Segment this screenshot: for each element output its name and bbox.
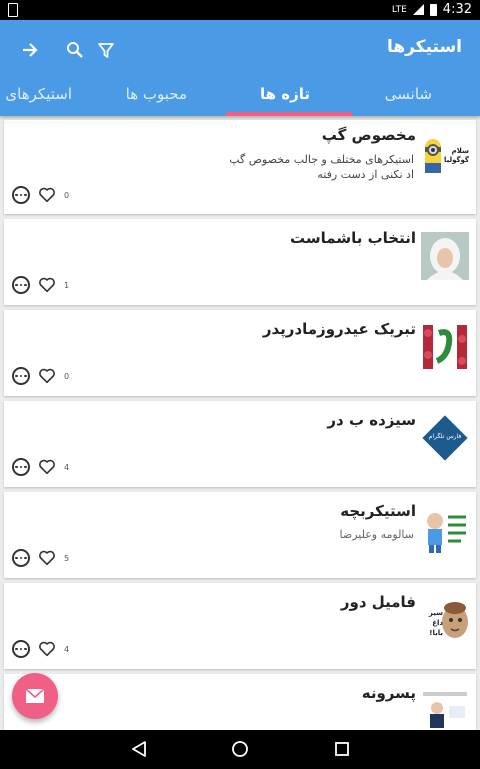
back-nav-icon[interactable]: [128, 738, 150, 760]
sticker-thumbnail: [421, 505, 469, 553]
item-title: تبریک عیدروزمادرپدر: [262, 320, 416, 338]
compose-fab[interactable]: [12, 673, 58, 719]
arrow-right-icon[interactable]: [18, 38, 42, 62]
app-bar: استیکرها: [0, 20, 480, 80]
heart-icon[interactable]: [38, 458, 56, 476]
heart-icon[interactable]: [38, 549, 56, 567]
item-title: انتخاب باشماست: [290, 229, 416, 247]
list-item[interactable]: تبریک عیدروزمادرپدر 0: [4, 310, 476, 396]
recents-nav-icon[interactable]: [331, 738, 353, 760]
signal-icon: [412, 4, 424, 15]
tab-indicator: [226, 112, 352, 116]
system-nav-bar: [0, 730, 480, 769]
filter-icon[interactable]: [94, 38, 118, 62]
tab-new[interactable]: تازه ها: [260, 85, 310, 103]
heart-icon[interactable]: [38, 367, 56, 385]
tab-bar: شانسی تازه ها محبوب ها استیکرهای من: [0, 80, 480, 116]
status-bar: LTE 4:32: [0, 0, 480, 20]
sd-card-icon: [8, 3, 18, 17]
home-nav-icon[interactable]: [229, 738, 251, 760]
sticker-thumbnail: سلام گوگولیا: [421, 133, 469, 181]
sticker-thumbnail: [421, 323, 469, 371]
list-item[interactable]: سلام گوگولیا مخصوص گپ استیکرهای مختلف و …: [4, 120, 476, 214]
tab-random[interactable]: شانسی: [385, 85, 432, 103]
list-item[interactable]: فارس تلگرام سیزده ب در 4: [4, 401, 476, 487]
more-options-icon[interactable]: [12, 549, 30, 567]
list-item[interactable]: پسرونه: [4, 674, 476, 730]
list-item[interactable]: استیکربچه سالومه وعلیرضا 5: [4, 492, 476, 578]
like-count: 0: [64, 190, 70, 200]
sticker-thumbnail: [421, 232, 469, 280]
like-count: 0: [64, 371, 70, 381]
more-options-icon[interactable]: [12, 367, 30, 385]
thumbnail-caption: فارس تلگرام: [428, 433, 462, 440]
item-description: سالومه وعلیرضا: [339, 528, 415, 541]
thumbnail-caption: سلام گوگولیا: [443, 147, 469, 164]
item-title: فامیل دور: [340, 593, 416, 611]
more-options-icon[interactable]: [12, 640, 30, 658]
clock: 4:32: [442, 2, 472, 17]
mail-icon: [25, 688, 45, 703]
like-count: 4: [64, 462, 70, 472]
item-description: استیکرهای مختلف و جالب مخصوص گپ: [229, 153, 414, 166]
like-count: 4: [64, 644, 70, 654]
sticker-thumbnail: [421, 688, 469, 736]
heart-icon[interactable]: [38, 186, 56, 204]
sticker-thumbnail: سیر داغ بابا!: [421, 596, 469, 644]
item-title: پسرونه: [361, 684, 416, 702]
item-title: سیزده ب در: [327, 411, 416, 429]
heart-icon[interactable]: [38, 640, 56, 658]
battery-icon: [429, 3, 437, 16]
tab-my-stickers[interactable]: استیکرهای من: [0, 85, 72, 103]
like-count: 5: [64, 553, 70, 563]
tab-popular[interactable]: محبوب ها: [126, 85, 187, 103]
list-item[interactable]: انتخاب باشماست 1: [4, 219, 476, 305]
thumbnail-caption: سیر داغ بابا!: [428, 609, 443, 637]
network-type: LTE: [391, 4, 407, 15]
page-title: استیکرها: [386, 37, 462, 57]
item-title: استیکربچه: [340, 502, 416, 520]
more-options-icon[interactable]: [12, 186, 30, 204]
more-options-icon[interactable]: [12, 458, 30, 476]
search-icon[interactable]: [63, 38, 87, 62]
item-description-2: اد نکنی از دست رفته: [317, 168, 414, 181]
like-count: 1: [64, 280, 70, 290]
more-options-icon[interactable]: [12, 276, 30, 294]
item-title: مخصوص گپ: [321, 126, 416, 144]
heart-icon[interactable]: [38, 276, 56, 294]
sticker-thumbnail: فارس تلگرام: [421, 414, 469, 462]
list-item[interactable]: سیر داغ بابا! فامیل دور 4: [4, 583, 476, 669]
